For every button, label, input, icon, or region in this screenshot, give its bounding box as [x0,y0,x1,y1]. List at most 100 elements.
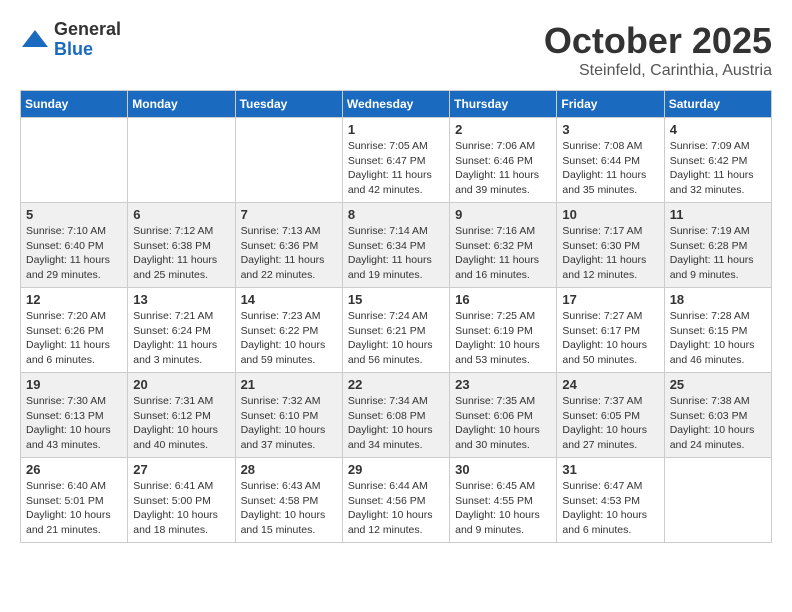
day-number: 13 [133,292,229,307]
day-number: 29 [348,462,444,477]
calendar-cell: 13 Sunrise: 7:21 AM Sunset: 6:24 PM Dayli… [128,288,235,373]
day-number: 7 [241,207,337,222]
calendar-week-row: 12 Sunrise: 7:20 AM Sunset: 6:26 PM Dayli… [21,288,772,373]
day-info: Sunrise: 7:16 AM Sunset: 6:32 PM Dayligh… [455,224,551,283]
calendar-cell: 7 Sunrise: 7:13 AM Sunset: 6:36 PM Daylig… [235,203,342,288]
day-number: 8 [348,207,444,222]
day-number: 10 [562,207,658,222]
calendar-cell: 20 Sunrise: 7:31 AM Sunset: 6:12 PM Dayli… [128,373,235,458]
weekday-header: Monday [128,91,235,118]
day-info: Sunrise: 7:24 AM Sunset: 6:21 PM Dayligh… [348,309,444,368]
calendar-cell: 15 Sunrise: 7:24 AM Sunset: 6:21 PM Dayli… [342,288,449,373]
calendar-cell: 25Sunrise: 7:38 AM Sunset: 6:03 PM Dayli… [664,373,771,458]
month-title: October 2025 [544,20,772,62]
calendar-cell: 19 Sunrise: 7:30 AM Sunset: 6:13 PM Dayli… [21,373,128,458]
header-row: SundayMondayTuesdayWednesdayThursdayFrid… [21,91,772,118]
day-number: 5 [26,207,122,222]
calendar-cell: 26 Sunrise: 6:40 AM Sunset: 5:01 PM Dayli… [21,458,128,543]
day-number: 6 [133,207,229,222]
calendar-cell: 29 Sunrise: 6:44 AM Sunset: 4:56 PM Dayli… [342,458,449,543]
day-info: Sunrise: 7:08 AM Sunset: 6:44 PM Dayligh… [562,139,658,198]
day-info: Sunrise: 7:21 AM Sunset: 6:24 PM Dayligh… [133,309,229,368]
day-info: Sunrise: 7:30 AM Sunset: 6:13 PM Dayligh… [26,394,122,453]
day-number: 4 [670,122,766,137]
calendar-cell: 8Sunrise: 7:14 AM Sunset: 6:34 PM Daylig… [342,203,449,288]
weekday-header: Sunday [21,91,128,118]
day-number: 28 [241,462,337,477]
calendar-cell: 2Sunrise: 7:06 AM Sunset: 6:46 PM Daylig… [450,118,557,203]
logo-general: General [54,20,121,40]
day-info: Sunrise: 7:20 AM Sunset: 6:26 PM Dayligh… [26,309,122,368]
day-number: 22 [348,377,444,392]
day-info: Sunrise: 6:43 AM Sunset: 4:58 PM Dayligh… [241,479,337,538]
day-info: Sunrise: 7:28 AM Sunset: 6:15 PM Dayligh… [670,309,766,368]
calendar-cell: 16 Sunrise: 7:25 AM Sunset: 6:19 PM Dayli… [450,288,557,373]
logo: General Blue [20,20,121,60]
calendar-cell: 5 Sunrise: 7:10 AM Sunset: 6:40 PM Daylig… [21,203,128,288]
header: General Blue October 2025 Steinfeld, Car… [20,20,772,80]
subtitle: Steinfeld, Carinthia, Austria [544,62,772,80]
day-info: Sunrise: 7:12 AM Sunset: 6:38 PM Dayligh… [133,224,229,283]
day-info: Sunrise: 7:34 AM Sunset: 6:08 PM Dayligh… [348,394,444,453]
day-number: 15 [348,292,444,307]
day-number: 26 [26,462,122,477]
day-number: 12 [26,292,122,307]
calendar-cell: 31Sunrise: 6:47 AM Sunset: 4:53 PM Dayli… [557,458,664,543]
calendar-cell: 30 Sunrise: 6:45 AM Sunset: 4:55 PM Dayli… [450,458,557,543]
day-number: 11 [670,207,766,222]
day-info: Sunrise: 6:45 AM Sunset: 4:55 PM Dayligh… [455,479,551,538]
day-info: Sunrise: 7:27 AM Sunset: 6:17 PM Dayligh… [562,309,658,368]
day-number: 21 [241,377,337,392]
calendar-table: SundayMondayTuesdayWednesdayThursdayFrid… [20,90,772,543]
weekday-header: Saturday [664,91,771,118]
calendar-week-row: 19 Sunrise: 7:30 AM Sunset: 6:13 PM Dayli… [21,373,772,458]
day-info: Sunrise: 6:41 AM Sunset: 5:00 PM Dayligh… [133,479,229,538]
day-info: Sunrise: 7:13 AM Sunset: 6:36 PM Dayligh… [241,224,337,283]
logo-blue: Blue [54,40,121,60]
calendar-cell: 10 Sunrise: 7:17 AM Sunset: 6:30 PM Dayli… [557,203,664,288]
day-info: Sunrise: 6:40 AM Sunset: 5:01 PM Dayligh… [26,479,122,538]
calendar-cell [21,118,128,203]
day-info: Sunrise: 7:38 AM Sunset: 6:03 PM Dayligh… [670,394,766,453]
day-number: 30 [455,462,551,477]
day-info: Sunrise: 7:17 AM Sunset: 6:30 PM Dayligh… [562,224,658,283]
day-info: Sunrise: 6:44 AM Sunset: 4:56 PM Dayligh… [348,479,444,538]
calendar-cell [128,118,235,203]
day-info: Sunrise: 7:10 AM Sunset: 6:40 PM Dayligh… [26,224,122,283]
weekday-header: Friday [557,91,664,118]
calendar-cell: 24 Sunrise: 7:37 AM Sunset: 6:05 PM Dayli… [557,373,664,458]
calendar-cell [664,458,771,543]
day-number: 27 [133,462,229,477]
day-number: 16 [455,292,551,307]
calendar-cell: 9 Sunrise: 7:16 AM Sunset: 6:32 PM Daylig… [450,203,557,288]
title-area: October 2025 Steinfeld, Carinthia, Austr… [544,20,772,80]
day-number: 20 [133,377,229,392]
day-number: 17 [562,292,658,307]
day-info: Sunrise: 7:09 AM Sunset: 6:42 PM Dayligh… [670,139,766,198]
calendar-cell: 23Sunrise: 7:35 AM Sunset: 6:06 PM Dayli… [450,373,557,458]
day-info: Sunrise: 7:37 AM Sunset: 6:05 PM Dayligh… [562,394,658,453]
weekday-header: Wednesday [342,91,449,118]
day-number: 9 [455,207,551,222]
day-number: 19 [26,377,122,392]
calendar-cell: 22 Sunrise: 7:34 AM Sunset: 6:08 PM Dayli… [342,373,449,458]
calendar-cell: 6 Sunrise: 7:12 AM Sunset: 6:38 PM Daylig… [128,203,235,288]
calendar-cell: 11 Sunrise: 7:19 AM Sunset: 6:28 PM Dayli… [664,203,771,288]
day-number: 3 [562,122,658,137]
calendar-cell: 28 Sunrise: 6:43 AM Sunset: 4:58 PM Dayli… [235,458,342,543]
calendar-cell: 3 Sunrise: 7:08 AM Sunset: 6:44 PM Daylig… [557,118,664,203]
weekday-header: Thursday [450,91,557,118]
day-info: Sunrise: 7:25 AM Sunset: 6:19 PM Dayligh… [455,309,551,368]
calendar-cell: 27 Sunrise: 6:41 AM Sunset: 5:00 PM Dayli… [128,458,235,543]
calendar-cell: 17 Sunrise: 7:27 AM Sunset: 6:17 PM Dayli… [557,288,664,373]
day-info: Sunrise: 7:19 AM Sunset: 6:28 PM Dayligh… [670,224,766,283]
calendar-cell: 4 Sunrise: 7:09 AM Sunset: 6:42 PM Daylig… [664,118,771,203]
calendar-cell: 18 Sunrise: 7:28 AM Sunset: 6:15 PM Dayli… [664,288,771,373]
day-number: 18 [670,292,766,307]
calendar-cell: 12 Sunrise: 7:20 AM Sunset: 6:26 PM Dayli… [21,288,128,373]
day-info: Sunrise: 7:31 AM Sunset: 6:12 PM Dayligh… [133,394,229,453]
day-info: Sunrise: 7:06 AM Sunset: 6:46 PM Dayligh… [455,139,551,198]
day-number: 24 [562,377,658,392]
logo-text: General Blue [54,20,121,60]
day-number: 31 [562,462,658,477]
